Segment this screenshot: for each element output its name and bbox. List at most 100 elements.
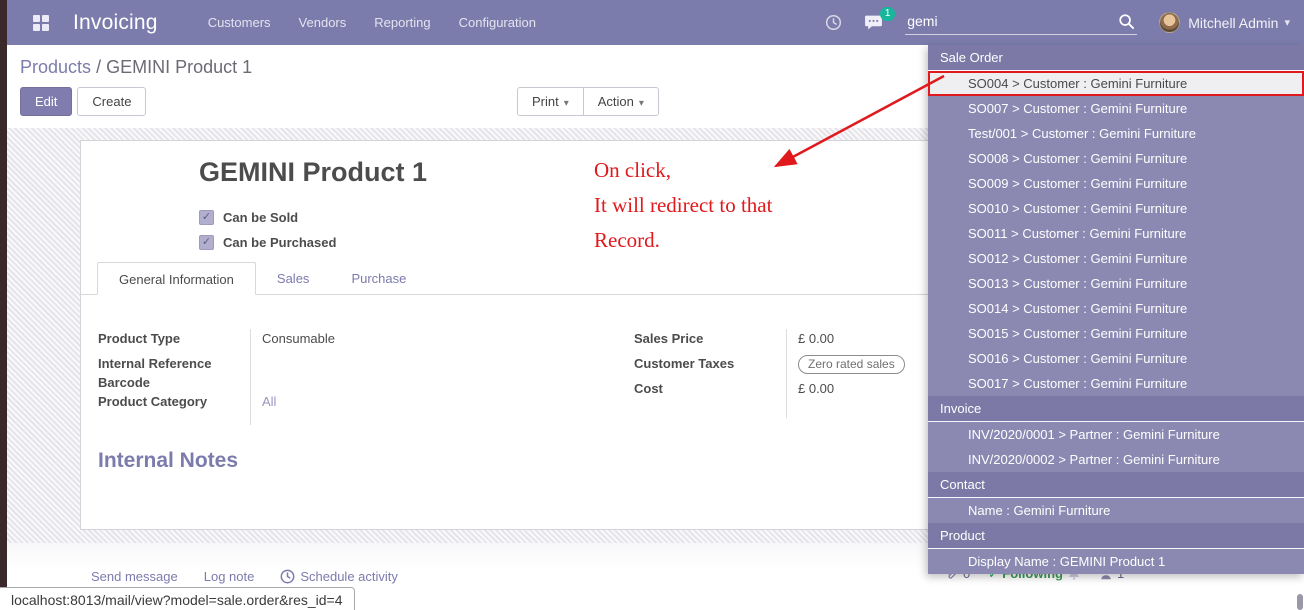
window-edge-strip — [0, 0, 7, 610]
screen: Invoicing Customers Vendors Reporting Confi… — [0, 0, 1304, 610]
user-avatar[interactable] — [1159, 12, 1180, 33]
apps-menu-icon[interactable] — [33, 15, 48, 30]
search-result-row[interactable]: SO011 > Customer : Gemini Furniture — [928, 221, 1304, 246]
search-result-text: Display Name : GEMINI Product 1 — [968, 554, 1165, 569]
print-button[interactable]: Print▾ — [517, 87, 584, 116]
search-result-row[interactable]: INV/2020/0002 > Partner : Gemini Furnitu… — [928, 447, 1304, 472]
search-result-text: INV/2020/0002 > Partner : Gemini Furnitu… — [968, 452, 1220, 467]
search-result-text: SO007 > Customer : Gemini Furniture — [968, 101, 1187, 116]
action-caret-icon: ▾ — [639, 98, 644, 109]
annotation-line: On click, — [594, 153, 772, 188]
annotation-line: Record. — [594, 223, 772, 258]
menu-item[interactable]: Customers — [208, 15, 271, 30]
search-result-row[interactable]: SO014 > Customer : Gemini Furniture — [928, 296, 1304, 321]
search-result-text: SO010 > Customer : Gemini Furniture — [968, 201, 1187, 216]
field-value-text: All — [262, 394, 276, 409]
annotation-line: It will redirect to that — [594, 188, 772, 223]
search-result-row[interactable]: INV/2020/0001 > Partner : Gemini Furnitu… — [928, 422, 1304, 447]
search-result-row[interactable]: SO010 > Customer : Gemini Furniture — [928, 196, 1304, 221]
messages-chat-icon[interactable]: 1 — [864, 14, 883, 31]
search-result-row: Contact — [928, 472, 1304, 498]
check-icon: ✓ — [202, 237, 211, 248]
field-labels-left: Product TypeInternal ReferenceBarcodePro… — [98, 329, 250, 425]
search-result-row[interactable]: SO016 > Customer : Gemini Furniture — [928, 346, 1304, 371]
search-result-text: Product — [940, 528, 985, 543]
tab[interactable]: Purchase — [330, 262, 427, 295]
record-buttons: Edit Create — [20, 87, 146, 116]
menu-item[interactable]: Reporting — [374, 15, 430, 30]
checkbox-row[interactable]: ✓ Can be Sold — [199, 205, 336, 230]
user-menu-caret-icon[interactable]: ▾ — [1284, 16, 1290, 29]
navbar-right: 1 Mitchell Admin ▾ — [825, 0, 1304, 45]
search-result-text: SO008 > Customer : Gemini Furniture — [968, 151, 1187, 166]
checkbox-row[interactable]: ✓ Can be Purchased — [199, 230, 336, 255]
log-note-link[interactable]: Log note — [204, 569, 255, 584]
browser-status-bar: localhost:8013/mail/view?model=sale.orde… — [0, 587, 355, 610]
print-caret-icon: ▾ — [564, 98, 569, 109]
search-result-row[interactable]: SO013 > Customer : Gemini Furniture — [928, 271, 1304, 296]
user-menu[interactable]: Mitchell Admin — [1188, 15, 1278, 31]
checkbox[interactable]: ✓ — [199, 235, 214, 250]
schedule-activity-link[interactable]: Schedule activity — [280, 569, 398, 584]
search-result-row[interactable]: SO012 > Customer : Gemini Furniture — [928, 246, 1304, 271]
check-icon: ✓ — [202, 212, 211, 223]
search-result-row: Sale Order — [928, 45, 1304, 71]
tab[interactable]: Sales — [256, 262, 331, 295]
search-result-row[interactable]: SO008 > Customer : Gemini Furniture — [928, 146, 1304, 171]
annotation-note: On click, It will redirect to that Recor… — [594, 153, 772, 258]
search-icon[interactable] — [1118, 13, 1135, 30]
create-button[interactable]: Create — [77, 87, 146, 116]
main-menu: Customers Vendors Reporting Configuration — [208, 15, 536, 30]
menu-item[interactable]: Configuration — [459, 15, 536, 30]
breadcrumb-separator: / — [96, 57, 101, 77]
field-value-text: Zero rated sales — [798, 355, 905, 374]
field-value-text: £ 0.00 — [798, 381, 834, 396]
search-input[interactable] — [905, 10, 1137, 35]
field-value: All — [262, 392, 628, 411]
search-result-row: Product — [928, 523, 1304, 549]
breadcrumb-products-link[interactable]: Products — [20, 57, 91, 77]
field-label: Product Category — [98, 392, 250, 411]
field-labels-right: Sales PriceCustomer TaxesCost — [634, 329, 786, 418]
search-result-row[interactable]: Display Name : GEMINI Product 1 — [928, 549, 1304, 574]
field-label: Internal Reference — [98, 354, 250, 373]
search-result-row[interactable]: SO009 > Customer : Gemini Furniture — [928, 171, 1304, 196]
search-result-text: Contact — [940, 477, 985, 492]
global-search — [905, 10, 1137, 35]
field-value-text: £ 0.00 — [798, 331, 834, 346]
schedule-activity-label: Schedule activity — [300, 569, 398, 584]
search-result-row[interactable]: Name : Gemini Furniture — [928, 498, 1304, 523]
search-result-text: Sale Order — [940, 50, 1003, 65]
search-result-text: INV/2020/0001 > Partner : Gemini Furnitu… — [968, 427, 1220, 442]
search-result-text: Test/001 > Customer : Gemini Furniture — [968, 126, 1196, 141]
breadcrumb: Products / GEMINI Product 1 — [20, 57, 252, 78]
scrollbar-fragment[interactable] — [1297, 594, 1303, 610]
checkbox-label: Can be Sold — [223, 210, 298, 225]
search-result-text: SO012 > Customer : Gemini Furniture — [968, 251, 1187, 266]
field-label: Sales Price — [634, 329, 786, 348]
checkbox[interactable]: ✓ — [199, 210, 214, 225]
search-result-text: SO013 > Customer : Gemini Furniture — [968, 276, 1187, 291]
search-result-row[interactable]: Test/001 > Customer : Gemini Furniture — [928, 121, 1304, 146]
menu-item[interactable]: Vendors — [299, 15, 347, 30]
activities-clock-icon[interactable] — [825, 14, 842, 31]
search-result-row[interactable]: SO004 > Customer : Gemini Furniture — [928, 71, 1304, 96]
search-result-text: SO009 > Customer : Gemini Furniture — [968, 176, 1187, 191]
search-result-text: SO016 > Customer : Gemini Furniture — [968, 351, 1187, 366]
field-group-left: Product TypeInternal ReferenceBarcodePro… — [98, 329, 628, 425]
send-message-link[interactable]: Send message — [91, 569, 178, 584]
chatter-links: Send message Log note Schedule activity — [91, 569, 398, 584]
search-result-row[interactable]: SO015 > Customer : Gemini Furniture — [928, 321, 1304, 346]
app-title[interactable]: Invoicing — [73, 11, 158, 35]
field-label: Barcode — [98, 373, 250, 392]
search-result-row[interactable]: SO017 > Customer : Gemini Furniture — [928, 371, 1304, 396]
checkbox-label: Can be Purchased — [223, 235, 336, 250]
edit-button[interactable]: Edit — [20, 87, 72, 116]
message-count-badge: 1 — [880, 7, 895, 21]
field-value — [262, 354, 628, 373]
search-result-row[interactable]: SO007 > Customer : Gemini Furniture — [928, 96, 1304, 121]
search-result-text: SO014 > Customer : Gemini Furniture — [968, 301, 1187, 316]
tab[interactable]: General Information — [97, 262, 256, 295]
action-button[interactable]: Action▾ — [583, 87, 659, 116]
product-flags: ✓ Can be Sold ✓ Can be Purchased — [199, 205, 336, 255]
